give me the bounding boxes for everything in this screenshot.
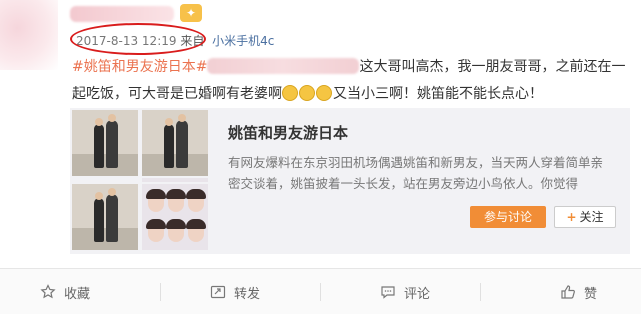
thumbnail-strip bbox=[142, 178, 208, 182]
favorite-button[interactable]: 收藏 bbox=[40, 269, 90, 314]
like-button[interactable]: 赞 bbox=[560, 269, 597, 314]
emoji-icon bbox=[299, 85, 315, 101]
comment-icon bbox=[381, 286, 395, 299]
repost-button[interactable]: 转发 bbox=[210, 269, 260, 314]
plus-icon: + bbox=[566, 210, 577, 224]
divider bbox=[160, 283, 161, 301]
comment-button[interactable]: 评论 bbox=[380, 269, 430, 314]
post-body: #姚笛和男友游日本# 这大哥叫高杰，我一朋友哥哥，之前还在一起吃饭，可大哥是已婚啊… bbox=[72, 54, 632, 108]
red-highlight-circle bbox=[70, 23, 206, 55]
action-bar: 收藏 转发 评论 赞 bbox=[0, 268, 641, 314]
follow-button[interactable]: + 关注 bbox=[554, 206, 616, 228]
username-blurred[interactable] bbox=[70, 6, 174, 22]
repost-icon bbox=[210, 285, 226, 299]
avatar[interactable] bbox=[0, 0, 58, 70]
follow-label: 关注 bbox=[579, 210, 604, 224]
blurred-text bbox=[207, 58, 360, 74]
card-description: 有网友爆料在东京羽田机场偶遇姚笛和新男友，当天两人穿着简单亲密交谈着，姚笛披着一… bbox=[228, 155, 604, 191]
topic-card[interactable]: 姚笛和男友游日本 有网友爆料在东京羽田机场偶遇姚笛和新男友，当天两人穿着简单亲密… bbox=[70, 108, 630, 254]
thumbs-up-icon bbox=[561, 285, 575, 299]
like-label: 赞 bbox=[584, 286, 598, 302]
divider bbox=[320, 283, 321, 301]
topic-tag[interactable]: #姚笛和男友游日本# bbox=[72, 59, 207, 75]
thumbnail-image[interactable] bbox=[72, 184, 138, 250]
star-icon bbox=[40, 284, 56, 299]
join-discussion-button[interactable]: 参与讨论 bbox=[470, 206, 546, 228]
comment-label: 评论 bbox=[404, 286, 431, 302]
thumbnail-image[interactable] bbox=[142, 110, 208, 176]
favorite-label: 收藏 bbox=[64, 286, 91, 302]
card-title[interactable]: 姚笛和男友游日本 bbox=[228, 122, 348, 143]
thumbnail-image[interactable] bbox=[72, 110, 138, 176]
vip-badge-icon: ✦ bbox=[180, 4, 202, 22]
divider bbox=[480, 283, 481, 301]
thumbnail-image[interactable] bbox=[142, 184, 208, 250]
emoji-icon bbox=[282, 85, 298, 101]
post-text-part2: 又当小三啊！姚笛能不能长点心！ bbox=[333, 86, 543, 102]
emoji-icon bbox=[316, 85, 332, 101]
device-link[interactable]: 小米手机4c bbox=[212, 34, 274, 48]
repost-label: 转发 bbox=[234, 286, 261, 302]
thumbnail-grid[interactable] bbox=[70, 108, 210, 254]
